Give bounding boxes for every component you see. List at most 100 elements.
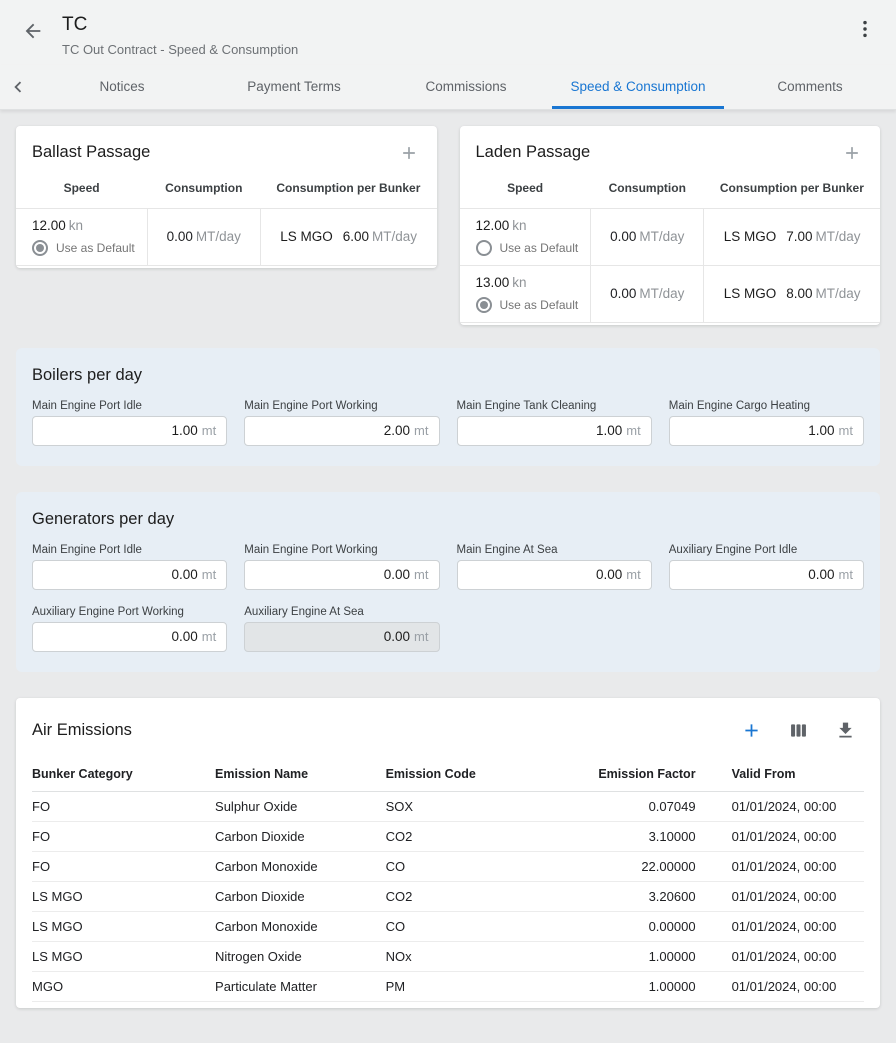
plus-icon	[741, 720, 762, 741]
boilers-main-engine-port-idle-input[interactable]: 1.00mt	[32, 416, 227, 446]
speed-cell[interactable]: 12.00kn Use as Default	[16, 208, 147, 265]
input-value: 0.00	[384, 629, 410, 644]
bunker-value: 6.00	[343, 229, 369, 244]
emission-factor-cell: 3.20600	[560, 881, 697, 911]
emission-row[interactable]: FO Carbon Monoxide CO 22.00000 01/01/202…	[32, 851, 864, 881]
use-as-default-label: Use as Default	[500, 241, 579, 255]
valid-from-cell: 01/01/2024, 00:00	[698, 821, 864, 851]
emission-factor-cell: 0.00000	[560, 911, 697, 941]
emission-row[interactable]: LS MGO Carbon Dioxide CO2 3.20600 01/01/…	[32, 881, 864, 911]
back-button[interactable]	[20, 18, 46, 44]
field-label: Main Engine Port Idle	[32, 544, 227, 556]
field-label: Main Engine Port Working	[244, 544, 439, 556]
boilers-main-engine-tank-cleaning-input[interactable]: 1.00mt	[457, 416, 652, 446]
field-main-engine-at-sea: Main Engine At Sea 0.00mt	[457, 544, 652, 590]
laden-passage-title: Laden Passage	[476, 143, 591, 162]
add-laden-speed-button[interactable]	[840, 141, 864, 165]
boilers-per-day-panel: Boilers per day Main Engine Port Idle 1.…	[16, 348, 880, 466]
consumption-cell[interactable]: 0.00MT/day	[591, 208, 704, 265]
tab-comments[interactable]: Comments	[724, 65, 896, 109]
generators-main-engine-at-sea-input[interactable]: 0.00mt	[457, 560, 652, 590]
emission-code-cell: CO	[386, 911, 561, 941]
speed-column-header: Speed	[16, 171, 147, 209]
bunker-consumption-cell[interactable]: LS MGO6.00MT/day	[260, 208, 436, 265]
tab-bar: Notices Payment Terms Commissions Speed …	[0, 65, 896, 110]
boilers-main-engine-cargo-heating-input[interactable]: 1.00mt	[669, 416, 864, 446]
emission-row[interactable]: FO Sulphur Oxide SOX 0.07049 01/01/2024,…	[32, 791, 864, 821]
speed-column-header: Speed	[460, 171, 591, 209]
emission-row[interactable]: MGO Particulate Matter PM 1.00000 01/01/…	[32, 971, 864, 1001]
emission-row[interactable]: FO Carbon Dioxide CO2 3.10000 01/01/2024…	[32, 821, 864, 851]
field-label: Main Engine Port Working	[244, 400, 439, 412]
tab-speed-consumption[interactable]: Speed & Consumption	[552, 65, 724, 109]
ballast-passage-title: Ballast Passage	[32, 143, 150, 162]
input-value: 0.00	[172, 567, 198, 582]
bunker-unit: MT/day	[816, 286, 861, 301]
bunker-category-cell: LS MGO	[32, 881, 215, 911]
passage-row: Ballast Passage Speed Consumption Consum…	[16, 126, 880, 325]
consumption-unit: MT/day	[639, 229, 684, 244]
input-value: 0.00	[172, 629, 198, 644]
valid-from-cell: 01/01/2024, 00:00	[698, 941, 864, 971]
tab-payment-terms[interactable]: Payment Terms	[208, 65, 380, 109]
generators-main-engine-port-idle-input[interactable]: 0.00mt	[32, 560, 227, 590]
bunker-unit: MT/day	[816, 229, 861, 244]
bunker-name: LS MGO	[724, 229, 777, 244]
boilers-main-engine-port-working-input[interactable]: 2.00mt	[244, 416, 439, 446]
emission-name-cell: Carbon Monoxide	[215, 911, 386, 941]
speed-number: 13.00	[476, 275, 510, 290]
emission-name-column-header: Emission Name	[215, 759, 386, 792]
valid-from-column-header: Valid From	[698, 759, 864, 792]
add-ballast-speed-button[interactable]	[397, 141, 421, 165]
download-button[interactable]	[833, 718, 858, 743]
emission-name-cell: Carbon Monoxide	[215, 851, 386, 881]
consumption-cell[interactable]: 0.00MT/day	[591, 265, 704, 322]
use-as-default-radio[interactable]	[476, 297, 492, 313]
input-unit: mt	[626, 423, 640, 438]
input-value: 1.00	[172, 423, 198, 438]
input-unit: mt	[839, 423, 853, 438]
bunker-consumption-cell[interactable]: LS MGO8.00MT/day	[704, 265, 880, 322]
generators-auxiliary-engine-port-working-input[interactable]: 0.00mt	[32, 622, 227, 652]
speed-unit: kn	[512, 218, 526, 233]
emission-row[interactable]: LS MGO Nitrogen Oxide NOx 1.00000 01/01/…	[32, 941, 864, 971]
tab-commissions[interactable]: Commissions	[380, 65, 552, 109]
page-subtitle: TC Out Contract - Speed & Consumption	[62, 42, 298, 57]
emission-row[interactable]: LS MGO Carbon Monoxide CO 0.00000 01/01/…	[32, 911, 864, 941]
generators-main-engine-port-working-input[interactable]: 0.00mt	[244, 560, 439, 590]
generators-fields-grid: Main Engine Port Idle 0.00 mt Main Engine…	[32, 544, 864, 652]
speed-value: 13.00kn	[476, 275, 579, 290]
emission-name-cell: Nitrogen Oxide	[215, 941, 386, 971]
field-label: Auxiliary Engine Port Idle	[669, 544, 864, 556]
generators-auxiliary-engine-port-idle-input[interactable]: 0.00mt	[669, 560, 864, 590]
use-as-default: Use as Default	[476, 240, 579, 256]
consumption-cell[interactable]: 0.00MT/day	[147, 208, 260, 265]
generators-auxiliary-engine-at-sea-input: 0.00 mt	[244, 622, 439, 652]
laden-card-head: Laden Passage	[460, 126, 881, 167]
use-as-default-radio[interactable]	[476, 240, 492, 256]
input-unit: mt	[414, 629, 428, 644]
ballast-table-header-row: Speed Consumption Consumption per Bunker	[16, 171, 437, 209]
use-as-default-radio[interactable]	[32, 240, 48, 256]
generators-per-day-title: Generators per day	[32, 510, 864, 529]
emission-name-cell: Carbon Dioxide	[215, 821, 386, 851]
emission-factor-column-header: Emission Factor	[560, 759, 697, 792]
tab-notices[interactable]: Notices	[36, 65, 208, 109]
laden-speed-row: 13.00kn Use as Default 0.00MT/day LS MGO…	[460, 265, 881, 322]
tab-scroll-left-button[interactable]	[0, 65, 36, 109]
speed-cell[interactable]: 12.00kn Use as Default	[460, 208, 591, 265]
laden-speed-table: Speed Consumption Consumption per Bunker…	[460, 171, 881, 323]
overflow-menu-button[interactable]	[850, 14, 880, 44]
column-settings-button[interactable]	[786, 718, 811, 743]
columns-icon	[788, 720, 809, 741]
bunker-consumption: LS MGO7.00MT/day	[716, 229, 868, 244]
speed-cell[interactable]: 13.00kn Use as Default	[460, 265, 591, 322]
ballast-speed-table: Speed Consumption Consumption per Bunker…	[16, 171, 437, 266]
plus-icon	[842, 143, 862, 163]
input-unit: mt	[414, 423, 428, 438]
add-emission-button[interactable]	[739, 718, 764, 743]
bunker-consumption-cell[interactable]: LS MGO7.00MT/day	[704, 208, 880, 265]
emission-factor-cell: 22.00000	[560, 851, 697, 881]
use-as-default-label: Use as Default	[56, 241, 135, 255]
bunker-category-cell: LS MGO	[32, 941, 215, 971]
